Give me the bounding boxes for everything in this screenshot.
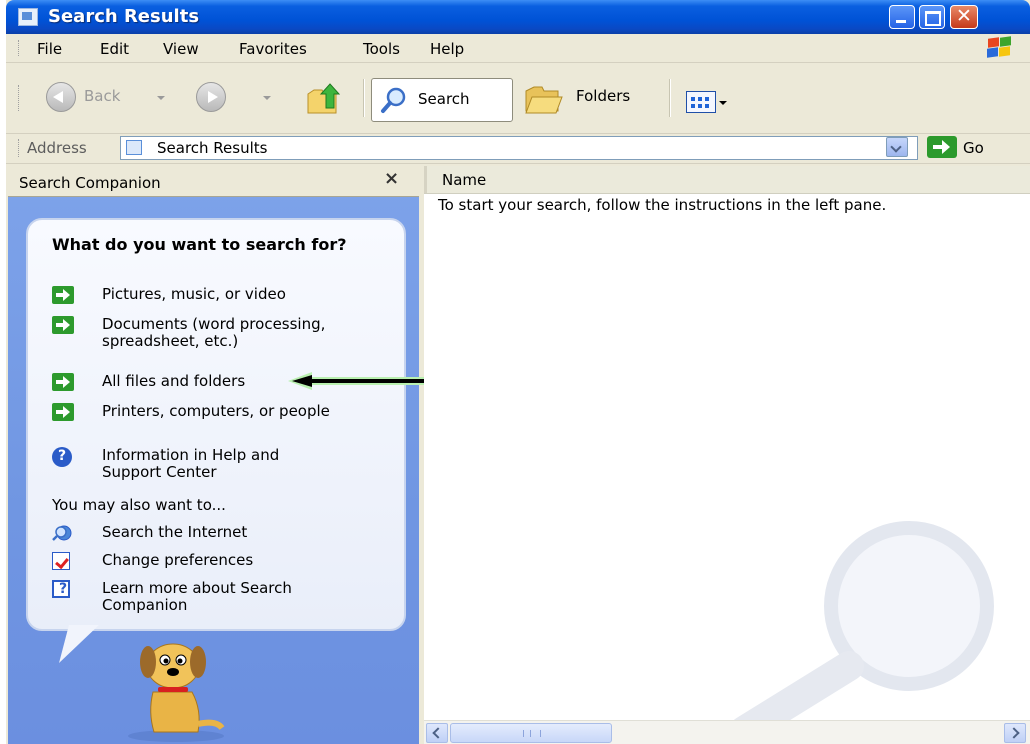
green-arrow-icon <box>52 286 74 304</box>
help-icon <box>52 447 72 467</box>
explorer-window: Search Results ✕ File Edit View Favorite… <box>6 0 1030 744</box>
close-button[interactable]: ✕ <box>950 5 978 29</box>
also-want-title: You may also want to... <box>52 496 226 514</box>
pane-close-icon[interactable]: × <box>384 168 399 189</box>
address-dropdown-icon[interactable] <box>886 137 908 157</box>
green-arrow-icon <box>52 316 74 334</box>
option-label: Printers, computers, or people <box>102 402 330 420</box>
address-bar: Address Search Results <box>6 134 1030 164</box>
views-dropdown-icon[interactable] <box>719 101 727 105</box>
magnifier-icon <box>381 87 406 113</box>
windows-flag-icon <box>984 36 1014 60</box>
go-arrow-icon[interactable] <box>927 136 957 158</box>
column-header-edge <box>424 166 427 193</box>
results-instruction: To start your search, follow the instruc… <box>438 196 887 214</box>
menu-favorites[interactable]: Favorites <box>239 40 307 58</box>
address-grip[interactable] <box>18 139 21 157</box>
scroll-right-icon[interactable] <box>1004 723 1026 743</box>
folders-button[interactable]: Folders <box>520 80 660 120</box>
toolbar-separator <box>669 79 671 117</box>
address-label: Address <box>27 139 87 157</box>
folders-button-label: Folders <box>576 87 631 105</box>
option-label: Change preferences <box>102 551 254 569</box>
option-label: Information in Help and Support Center <box>102 446 280 481</box>
magnifier-watermark-icon <box>729 521 994 736</box>
option-label: Learn more about Search Companion <box>102 579 292 614</box>
forward-dropdown-icon[interactable] <box>263 96 271 100</box>
folders-icon <box>525 86 563 114</box>
horizontal-scrollbar[interactable] <box>424 720 1030 744</box>
option-label: Pictures, music, or video <box>102 285 286 303</box>
toolbar-grip[interactable] <box>18 85 21 111</box>
menu-edit[interactable]: Edit <box>100 40 129 58</box>
annotation-arrow-icon <box>288 372 436 390</box>
close-icon: ✕ <box>956 5 972 27</box>
menu-tools[interactable]: Tools <box>363 40 400 58</box>
search-dog-icon[interactable] <box>118 632 228 744</box>
menu-grip[interactable] <box>18 40 21 56</box>
search-button-label: Search <box>418 90 470 108</box>
scroll-grip-icon <box>523 730 541 737</box>
menu-bar: File Edit View Favorites Tools Help <box>6 34 1030 63</box>
search-companion-title: Search Companion <box>19 174 161 192</box>
address-value: Search Results <box>157 139 268 157</box>
search-companion-header: Search Companion × <box>8 166 419 197</box>
forward-arrow-icon[interactable] <box>196 82 226 112</box>
standard-toolbar: Back Search Folders <box>6 63 1030 134</box>
option-label: Search the Internet <box>102 523 248 541</box>
views-icon[interactable] <box>686 91 716 113</box>
back-dropdown-icon[interactable] <box>157 96 165 100</box>
back-arrow-icon[interactable] <box>46 82 76 112</box>
search-question: What do you want to search for? <box>52 235 347 254</box>
menu-view[interactable]: View <box>163 40 199 58</box>
green-arrow-icon <box>52 373 74 391</box>
menu-file[interactable]: File <box>37 40 62 58</box>
option-label: Documents (word processing, spreadsheet,… <box>102 315 326 350</box>
go-button-label[interactable]: Go <box>963 139 984 157</box>
learn-more-help-icon <box>52 580 70 598</box>
menu-help[interactable]: Help <box>430 40 464 58</box>
title-bar[interactable]: Search Results ✕ <box>6 0 1030 34</box>
name-column-label: Name <box>442 171 487 189</box>
preferences-check-icon <box>52 552 70 570</box>
search-internet-icon <box>52 525 72 541</box>
up-folder-icon[interactable] <box>306 80 344 116</box>
search-button[interactable]: Search <box>371 78 513 122</box>
green-arrow-icon <box>52 403 74 421</box>
address-field[interactable]: Search Results <box>120 136 918 160</box>
scroll-thumb[interactable] <box>450 723 612 743</box>
name-column-header[interactable]: Name <box>424 166 1030 194</box>
minimize-button[interactable] <box>889 5 915 29</box>
speech-bubble <box>26 218 406 631</box>
toolbar-separator <box>363 79 365 117</box>
window-title: Search Results <box>48 6 200 27</box>
back-button-label[interactable]: Back <box>84 87 120 105</box>
search-results-folder-icon <box>126 140 142 155</box>
results-pane: Name To start your search, follow the in… <box>424 166 1030 744</box>
search-results-window-icon[interactable] <box>18 8 38 26</box>
scroll-left-icon[interactable] <box>426 723 448 743</box>
maximize-button[interactable] <box>919 5 945 29</box>
